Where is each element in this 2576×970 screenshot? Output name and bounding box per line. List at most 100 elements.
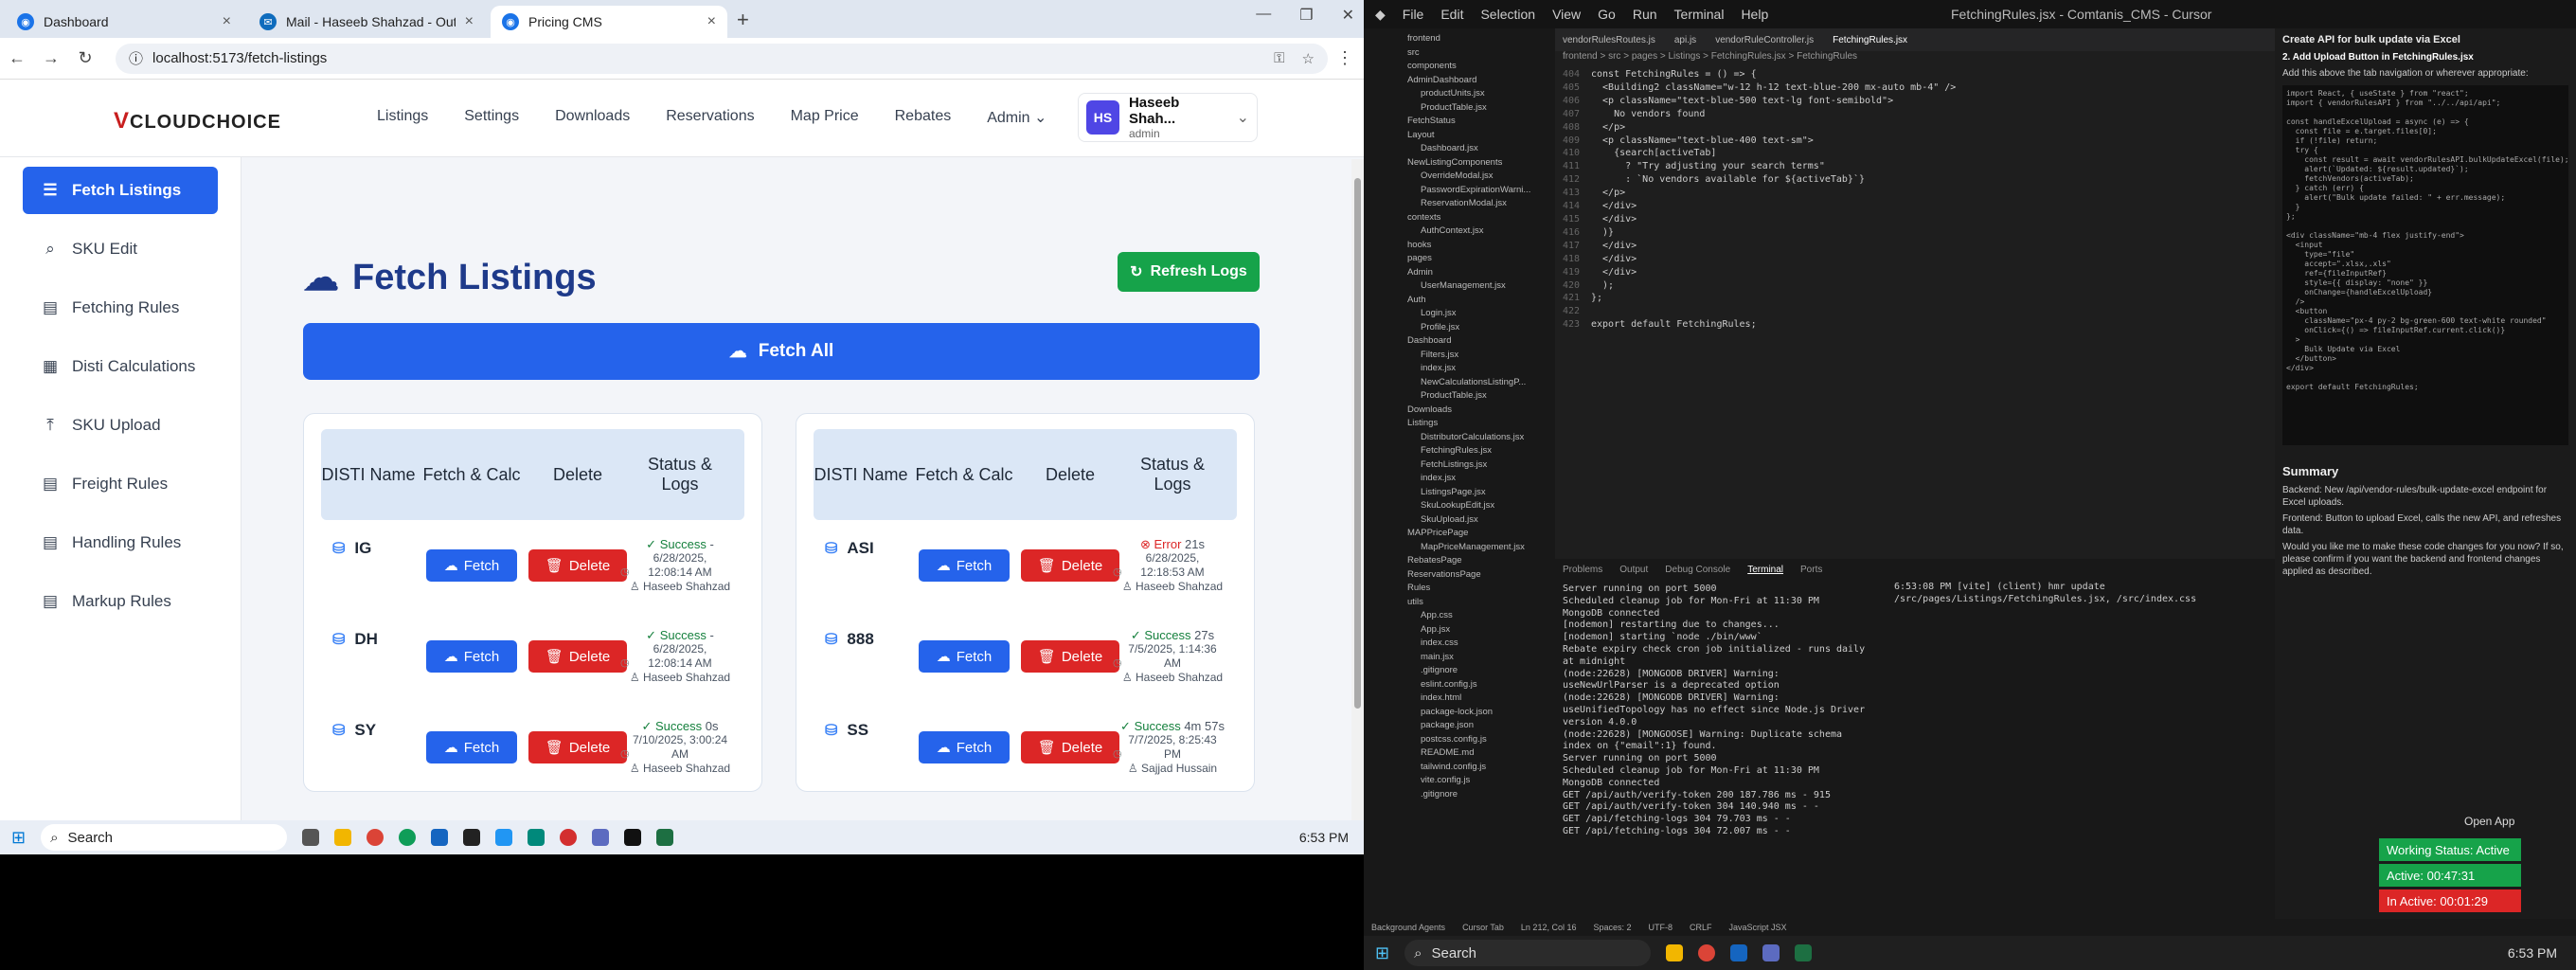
vscode-icon[interactable]	[1762, 944, 1780, 961]
explorer-item[interactable]: Listings	[1394, 417, 1555, 431]
vscode-icon[interactable]	[592, 829, 610, 846]
app-icon[interactable]	[528, 829, 546, 846]
tab-output[interactable]: Output	[1619, 565, 1648, 575]
back-icon[interactable]: ←	[0, 48, 34, 68]
explorer-item[interactable]: FetchListings.jsx	[1394, 458, 1555, 473]
app-icon[interactable]	[431, 829, 449, 846]
fetch-all-button[interactable]: ☁ Fetch All	[303, 323, 1260, 380]
chrome-icon[interactable]	[367, 829, 385, 846]
tab-pricing-cms[interactable]: ◉ Pricing CMS ×	[491, 6, 727, 38]
menu-edit[interactable]: Edit	[1440, 7, 1463, 22]
explorer-item[interactable]: frontend	[1394, 32, 1555, 46]
explorer-item[interactable]: postcss.config.js	[1394, 733, 1555, 747]
taskbar-search[interactable]: ⌕ Search	[41, 824, 288, 851]
statusbar-item[interactable]: Spaces: 2	[1593, 923, 1631, 932]
open-app-button[interactable]: Open App	[2464, 815, 2514, 828]
explorer-item[interactable]: SkuUpload.jsx	[1394, 513, 1555, 528]
explorer-item[interactable]: tailwind.config.js	[1394, 761, 1555, 775]
explorer-item[interactable]: PasswordExpirationWarni...	[1394, 184, 1555, 198]
close-icon[interactable]: ×	[465, 13, 474, 30]
explorer-item[interactable]: README.md	[1394, 746, 1555, 761]
explorer-item[interactable]: utils	[1394, 596, 1555, 610]
explorer-item[interactable]: NewListingComponents	[1394, 156, 1555, 171]
explorer-item[interactable]: contexts	[1394, 211, 1555, 225]
sidebar-item-fetching-rules[interactable]: ▤ Fetching Rules	[23, 284, 218, 332]
fetch-button[interactable]: ☁ Fetch	[426, 731, 517, 763]
explorer-item[interactable]: ReservationsPage	[1394, 568, 1555, 583]
scrollbar-thumb[interactable]	[1354, 178, 1361, 709]
logo[interactable]: VCLOUDCHOICE	[114, 108, 281, 135]
windows-start-icon[interactable]: ⊞	[11, 828, 26, 848]
explorer-item[interactable]: ReservationModal.jsx	[1394, 197, 1555, 211]
explorer-item[interactable]: RebatesPage	[1394, 554, 1555, 568]
delete-button[interactable]: 🗑 Delete	[1021, 731, 1119, 763]
excel-icon[interactable]	[656, 829, 674, 846]
reload-icon[interactable]: ↻	[68, 48, 102, 68]
tab-mail[interactable]: ✉ Mail - Haseeb Shahzad - Outlo ×	[248, 6, 485, 38]
explorer-item[interactable]: App.jsx	[1394, 623, 1555, 638]
task-view-icon[interactable]	[302, 829, 320, 846]
explorer-item[interactable]: Rules	[1394, 582, 1555, 596]
cursor-icon[interactable]	[624, 829, 642, 846]
delete-button[interactable]: 🗑 Delete	[528, 731, 627, 763]
address-bar[interactable]: ⓘ localhost:5173/fetch-listings ⚿ ☆	[116, 43, 1328, 74]
close-icon[interactable]: ×	[223, 13, 231, 30]
menu-run[interactable]: Run	[1633, 7, 1657, 22]
fetch-button[interactable]: ☁ Fetch	[919, 731, 1010, 763]
nav-listings[interactable]: Listings	[377, 108, 428, 127]
code-lines[interactable]: 404 const FetchingRules = () => {405 <Bui…	[1555, 68, 2275, 332]
explorer-item[interactable]: pages	[1394, 252, 1555, 266]
explorer-item[interactable]: FetchStatus	[1394, 115, 1555, 129]
user-menu[interactable]: HS Haseeb Shah... admin ⌄	[1078, 93, 1258, 142]
refresh-logs-button[interactable]: ↻ Refresh Logs	[1118, 252, 1260, 292]
delete-button[interactable]: 🗑 Delete	[1021, 640, 1119, 673]
statusbar-item[interactable]: JavaScript JSX	[1729, 923, 1787, 932]
explorer-item[interactable]: Admin	[1394, 266, 1555, 280]
chrome-icon[interactable]	[1698, 944, 1716, 961]
close-icon[interactable]: ×	[707, 13, 716, 30]
password-icon[interactable]: ⚿	[1274, 50, 1284, 67]
tab-ports[interactable]: Ports	[1800, 565, 1822, 575]
star-icon[interactable]: ☆	[1302, 50, 1315, 67]
explorer-item[interactable]: .gitignore	[1394, 664, 1555, 678]
tab-terminal[interactable]: Terminal	[1747, 565, 1783, 575]
file-explorer-icon[interactable]	[334, 829, 352, 846]
fetch-button[interactable]: ☁ Fetch	[426, 640, 517, 673]
windows-start-icon[interactable]: ⊞	[1375, 943, 1389, 963]
menu-terminal[interactable]: Terminal	[1674, 7, 1725, 22]
tab-dashboard[interactable]: ◉ Dashboard ×	[6, 6, 242, 38]
explorer-item[interactable]: index.jsx	[1394, 472, 1555, 486]
fetch-button[interactable]: ☁ Fetch	[919, 549, 1010, 582]
explorer-item[interactable]: eslint.config.js	[1394, 678, 1555, 692]
explorer-item[interactable]: index.jsx	[1394, 362, 1555, 376]
sidebar-item-handling-rules[interactable]: ▤ Handling Rules	[23, 519, 218, 566]
explorer-item[interactable]: Dashboard	[1394, 334, 1555, 349]
delete-button[interactable]: 🗑 Delete	[528, 549, 627, 582]
explorer-item[interactable]: vite.config.js	[1394, 774, 1555, 788]
explorer-item[interactable]: App.css	[1394, 609, 1555, 623]
explorer-item[interactable]: ProductTable.jsx	[1394, 389, 1555, 404]
menu-view[interactable]: View	[1552, 7, 1581, 22]
sidebar-item-fetch-listings[interactable]: ☰ Fetch Listings	[23, 167, 218, 214]
close-window-icon[interactable]: ✕	[1342, 6, 1354, 25]
explorer-item[interactable]: .gitignore	[1394, 788, 1555, 802]
fetch-button[interactable]: ☁ Fetch	[919, 640, 1010, 673]
explorer-item[interactable]: Login.jsx	[1394, 307, 1555, 321]
explorer-item[interactable]: Auth	[1394, 294, 1555, 308]
new-tab-button[interactable]: +	[737, 8, 749, 32]
delete-button[interactable]: 🗑 Delete	[528, 640, 627, 673]
site-info-icon[interactable]: ⓘ	[129, 48, 143, 68]
tab-debug-console[interactable]: Debug Console	[1665, 565, 1730, 575]
app-icon[interactable]	[560, 829, 578, 846]
explorer-item[interactable]: Downloads	[1394, 404, 1555, 418]
terminal-panel[interactable]: Problems Output Debug Console Terminal P…	[1555, 559, 2275, 919]
sidebar-item-markup-rules[interactable]: ▤ Markup Rules	[23, 578, 218, 625]
explorer-item[interactable]: components	[1394, 60, 1555, 74]
tab-problems[interactable]: Problems	[1563, 565, 1602, 575]
statusbar-item[interactable]: CRLF	[1690, 923, 1712, 932]
nav-rebates[interactable]: Rebates	[895, 108, 952, 127]
tab-vendor-rules-routes[interactable]: vendorRulesRoutes.js	[1563, 35, 1655, 45]
explorer-item[interactable]: SkuLookupEdit.jsx	[1394, 499, 1555, 513]
explorer-item[interactable]: src	[1394, 46, 1555, 61]
sidebar-item-sku-upload[interactable]: ⤒ SKU Upload	[23, 402, 218, 449]
